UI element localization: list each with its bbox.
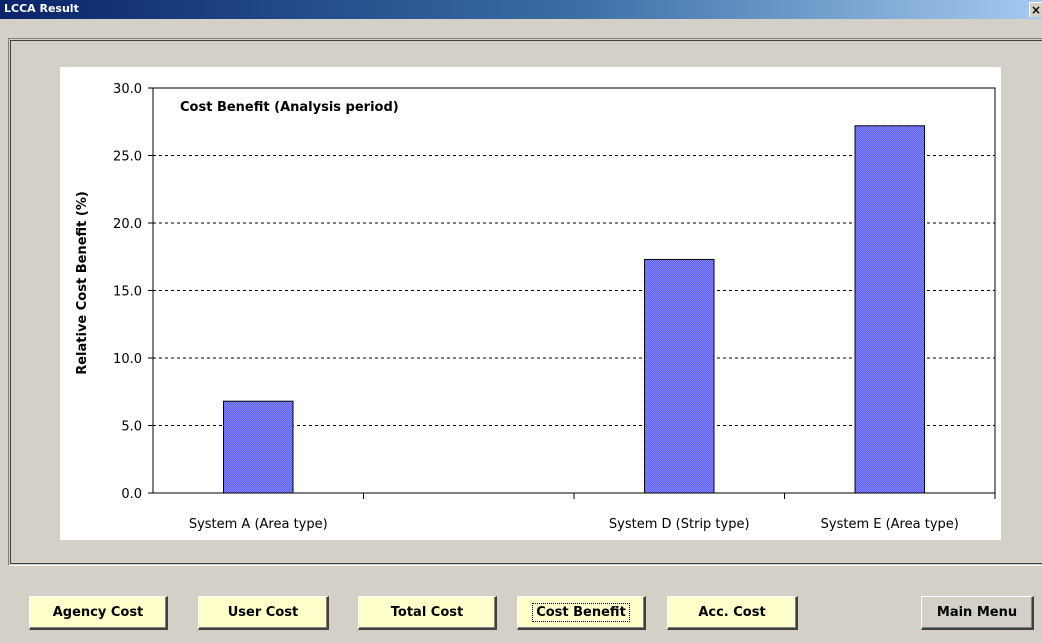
cost-benefit-button[interactable]: Cost Benefit — [517, 596, 646, 630]
x-tick-label: System D (Strip type) — [609, 517, 750, 532]
close-icon[interactable]: × — [1029, 2, 1042, 17]
bar — [854, 125, 925, 494]
bar-chart: Cost Benefit (Analysis period) Relative … — [75, 82, 996, 532]
main-menu-button[interactable]: Main Menu — [921, 596, 1034, 630]
y-tick-label: 25.0 — [113, 150, 142, 165]
y-axis-label: Relative Cost Benefit (%) — [75, 191, 90, 375]
y-tick-label: 30.0 — [113, 82, 142, 97]
acc-cost-button[interactable]: Acc. Cost — [667, 596, 798, 630]
window-title: LCCA Result — [4, 2, 79, 15]
x-tick-label: System E (Area type) — [821, 517, 959, 532]
y-tick-label: 5.0 — [121, 420, 142, 435]
total-cost-button[interactable]: Total Cost — [358, 596, 497, 630]
y-tick-label: 10.0 — [113, 352, 142, 367]
chart-title: Cost Benefit (Analysis period) — [180, 100, 399, 115]
bar — [223, 400, 294, 494]
y-tick-label: 15.0 — [113, 285, 142, 300]
user-cost-button[interactable]: User Cost — [198, 596, 329, 630]
y-tick-label: 20.0 — [113, 217, 142, 232]
y-tick-label: 0.0 — [121, 487, 142, 502]
agency-cost-button[interactable]: Agency Cost — [29, 596, 168, 630]
chart-panel: Cost Benefit (Analysis period) Relative … — [60, 67, 1001, 540]
x-tick-label: System A (Area type) — [189, 517, 328, 532]
bar — [644, 258, 715, 494]
title-bar: LCCA Result × — [0, 0, 1042, 19]
